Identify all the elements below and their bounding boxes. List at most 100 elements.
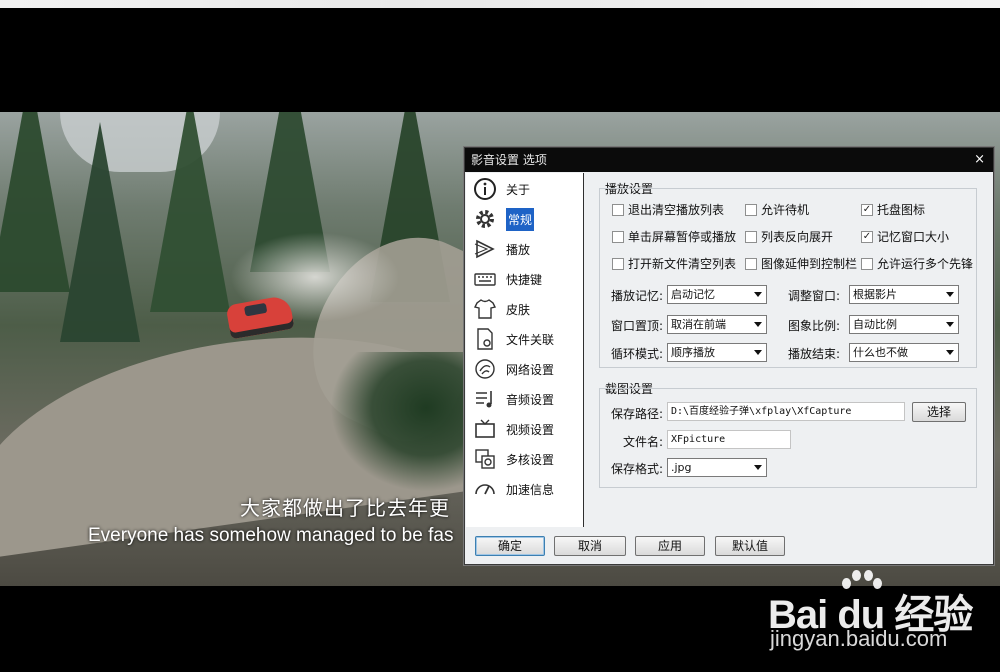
sidebar-item-playback[interactable]: 播放 (466, 235, 584, 263)
checkbox-label: 图像延伸到控制栏 (761, 257, 858, 271)
sidebar-item-acceleration[interactable]: 加速信息 (466, 475, 584, 503)
select-value: .jpg (671, 461, 692, 474)
loop-mode-select[interactable]: 顺序播放 (667, 343, 767, 362)
tv-icon (472, 416, 498, 442)
chevron-down-icon (754, 350, 762, 355)
sidebar-item-label: 网络设置 (506, 362, 555, 377)
checkbox-label: 列表反向展开 (761, 230, 834, 244)
loop-mode-label: 循环模式: (611, 347, 664, 361)
sidebar-item-label: 播放 (506, 242, 531, 257)
select-value: 启动记忆 (671, 288, 715, 301)
subtitle-chinese: 大家都做出了比去年更 (240, 496, 450, 520)
sidebar-item-multicore[interactable]: 多核设置 (466, 445, 584, 473)
play-memory-select[interactable]: 启动记忆 (667, 285, 767, 304)
sidebar-item-video[interactable]: 视频设置 (466, 415, 584, 443)
checkbox-click-pause[interactable]: 单击屏幕暂停或播放 (612, 228, 736, 245)
checkbox-label: 单击屏幕暂停或播放 (628, 230, 737, 244)
select-value: 什么也不做 (853, 346, 908, 359)
checkbox-label: 退出清空播放列表 (628, 203, 725, 217)
sidebar-item-label: 关于 (506, 182, 531, 197)
aspect-ratio-select[interactable]: 自动比例 (849, 315, 959, 334)
dialog-title: 影音设置 选项 (465, 148, 993, 172)
checkbox-tray-icon[interactable]: ✓ 托盘图标 (861, 201, 925, 218)
play-memory-label: 播放记忆: (611, 289, 664, 303)
check-icon[interactable]: ✓ (861, 230, 873, 243)
select-value: 取消在前端 (671, 318, 726, 331)
checkbox-box[interactable] (612, 203, 624, 216)
checkbox-box[interactable] (745, 203, 757, 216)
settings-main-panel: 播放设置 退出清空播放列表 允许待机 ✓ 托盘图标 单击屏幕暂停或播放 列表反向展… (585, 173, 993, 527)
file-link-icon (472, 326, 498, 352)
checkbox-label: 托盘图标 (877, 203, 926, 217)
default-button[interactable]: 默认值 (715, 536, 785, 556)
checkbox-label: 允许运行多个先锋 (877, 257, 974, 271)
checkbox-remember-window-size[interactable]: ✓ 记忆窗口大小 (861, 228, 949, 245)
apply-button[interactable]: 应用 (635, 536, 705, 556)
checkbox-box[interactable] (745, 230, 757, 243)
save-format-select[interactable]: .jpg (667, 458, 767, 477)
select-value: 根据影片 (853, 288, 897, 301)
sidebar-item-general[interactable]: 常规 (466, 205, 584, 233)
play-end-select[interactable]: 什么也不做 (849, 343, 959, 362)
checkbox-box[interactable] (612, 257, 624, 270)
adjust-window-label: 调整窗口: (788, 289, 841, 303)
sidebar-item-label: 加速信息 (506, 482, 555, 497)
chevron-down-icon (754, 465, 762, 470)
cancel-button[interactable]: 取消 (554, 536, 626, 556)
checkbox-allow-multiple[interactable]: 允许运行多个先锋 (861, 255, 973, 272)
audio-icon (472, 386, 498, 412)
subtitle-english: Everyone has somehow managed to be fas (88, 525, 454, 546)
ok-button[interactable]: 确定 (475, 536, 545, 556)
checkbox-allow-standby[interactable]: 允许待机 (745, 201, 809, 218)
play-end-label: 播放结束: (788, 347, 841, 361)
chevron-down-icon (754, 322, 762, 327)
filename-label: 文件名: (623, 435, 664, 449)
adjust-window-select[interactable]: 根据影片 (849, 285, 959, 304)
select-value: 自动比例 (853, 318, 897, 331)
speedometer-icon (472, 476, 498, 502)
aspect-ratio-label: 图象比例: (788, 319, 841, 333)
checkbox-box[interactable] (861, 257, 873, 270)
sidebar-item-file-association[interactable]: 文件关联 (466, 325, 584, 353)
chevron-down-icon (946, 292, 954, 297)
sidebar-item-hotkeys[interactable]: 快捷键 (466, 265, 584, 293)
keyboard-icon (472, 266, 498, 292)
close-icon[interactable]: × (974, 151, 985, 169)
sidebar-item-skin[interactable]: 皮肤 (466, 295, 584, 323)
network-icon (472, 356, 498, 382)
sidebar-item-label: 皮肤 (506, 302, 531, 317)
checkbox-label: 记忆窗口大小 (877, 230, 950, 244)
top-bar (0, 0, 1000, 8)
save-path-input[interactable]: D:\百度经验子弹\xfplay\XfCapture (667, 402, 905, 421)
checkbox-reverse-list[interactable]: 列表反向展开 (745, 228, 833, 245)
filename-input[interactable]: XFpicture (667, 430, 791, 449)
sidebar-item-label: 多核设置 (506, 452, 555, 467)
window-top-select[interactable]: 取消在前端 (667, 315, 767, 334)
browse-button[interactable]: 选择 (912, 402, 966, 422)
baidu-jingyan-watermark: Bai du 经验 jingyan.baidu.com (768, 568, 1000, 672)
checkbox-label: 允许待机 (761, 203, 810, 217)
checkbox-clear-list-on-open[interactable]: 打开新文件清空列表 (612, 255, 736, 272)
select-value: 顺序播放 (671, 346, 715, 359)
check-icon[interactable]: ✓ (861, 203, 873, 216)
screen: 大家都做出了比去年更 Everyone has somehow managed … (0, 0, 1000, 672)
window-top-label: 窗口置顶: (611, 319, 664, 333)
play-icon (472, 236, 498, 262)
sidebar-item-about[interactable]: 关于 (466, 175, 584, 203)
checkbox-extend-image[interactable]: 图像延伸到控制栏 (745, 255, 857, 272)
sidebar-item-label: 视频设置 (506, 422, 555, 437)
checkbox-box[interactable] (745, 257, 757, 270)
gear-icon (472, 206, 498, 232)
checkbox-box[interactable] (612, 230, 624, 243)
chevron-down-icon (946, 350, 954, 355)
chevron-down-icon (754, 292, 762, 297)
save-format-label: 保存格式: (611, 462, 664, 476)
dialog-footer: 确定 取消 应用 默认值 (465, 528, 993, 564)
checkbox-clear-list-on-exit[interactable]: 退出清空播放列表 (612, 201, 724, 218)
sidebar-item-network[interactable]: 网络设置 (466, 355, 584, 383)
sidebar-item-label: 常规 (506, 207, 535, 231)
sidebar-item-label: 文件关联 (506, 332, 555, 347)
checkbox-label: 打开新文件清空列表 (628, 257, 737, 271)
sidebar-item-audio[interactable]: 音频设置 (466, 385, 584, 413)
video-tree (150, 112, 230, 312)
